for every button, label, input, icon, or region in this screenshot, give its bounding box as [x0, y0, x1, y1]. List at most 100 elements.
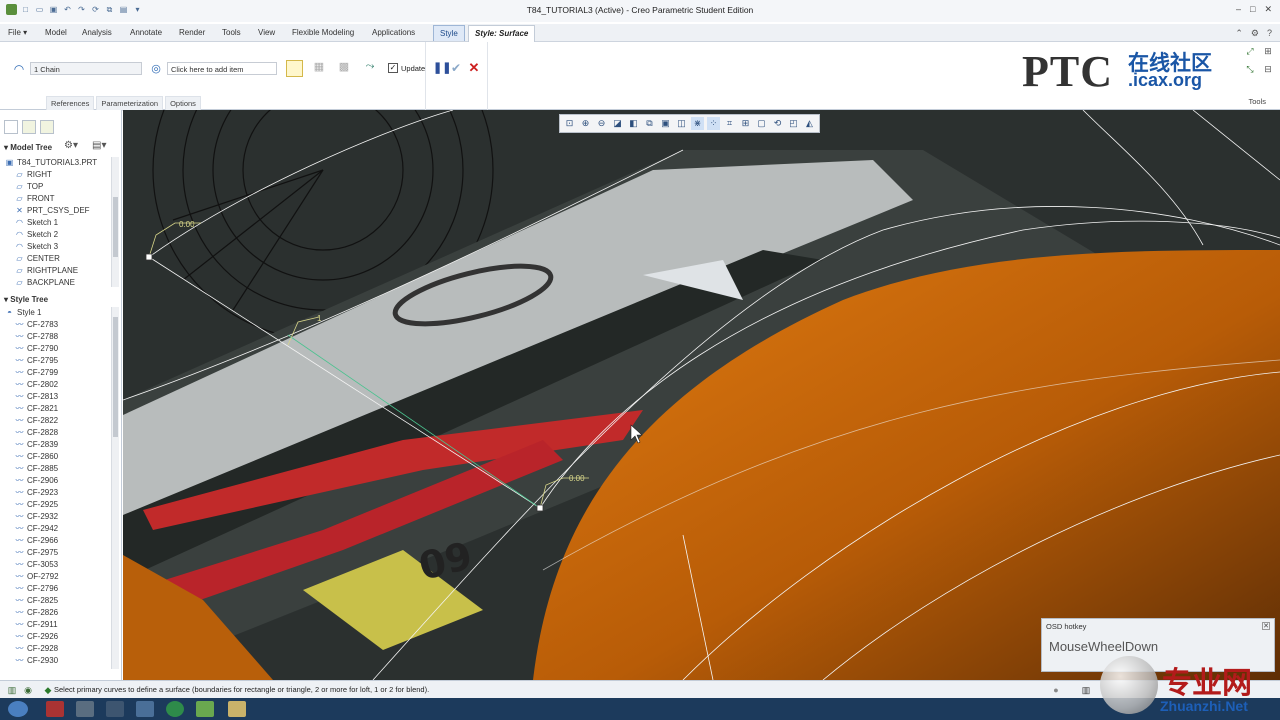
style-tree-item[interactable]: 〰 CF-2906 [14, 475, 108, 487]
subtab-parameterization[interactable]: Parameterization [96, 96, 164, 111]
pause-icon[interactable]: ❚❚ [433, 61, 451, 74]
datum-display-icon[interactable]: ⋇ [691, 117, 704, 130]
style-tree-item[interactable]: 〰 OF-2792 [14, 571, 108, 583]
repaint-icon[interactable]: ◪ [611, 117, 624, 130]
window-icon[interactable]: ◰ [787, 117, 800, 130]
style-tree-scrollbar[interactable] [111, 307, 119, 669]
style-tree-item[interactable]: 〰 CF-2799 [14, 367, 108, 379]
close-icon[interactable]: ✕ [1262, 622, 1270, 630]
style-tree-item[interactable]: 〰 CF-3053 [14, 559, 108, 571]
display-options-icon[interactable]: ▦ [311, 60, 327, 76]
view-manager-icon[interactable]: ▣ [659, 117, 672, 130]
display-style-icon[interactable]: ◧ [627, 117, 640, 130]
perspective-icon[interactable]: ◫ [675, 117, 688, 130]
regen-status-icon[interactable]: ▥ [1080, 684, 1092, 696]
style-tree-item[interactable]: 〰 CF-2783 [14, 319, 108, 331]
annotation-display-icon[interactable]: ⌗ [723, 117, 736, 130]
style-tree-item[interactable]: 〰 CF-2822 [14, 415, 108, 427]
folder-taskbar-icon[interactable] [228, 701, 246, 717]
graphics-window[interactable]: 09 0.00 1 0.00 ⊡ ⊕ ⊖ ◪ ◧ ⧉ ▣ ◫ ⋇ ⁘ ⌗ ⊞ ▢… [123, 110, 1280, 680]
tab-analysis[interactable]: Analysis [82, 28, 112, 37]
settings-icon[interactable]: ⚙ [1251, 28, 1259, 39]
model-tree-item[interactable]: ▱ RIGHT [4, 169, 108, 181]
style-tree-item[interactable]: 〰 CF-2925 [14, 499, 108, 511]
style-tree-item[interactable]: 〰 CF-2932 [14, 511, 108, 523]
dimension-label[interactable]: 0.00 [569, 474, 585, 483]
tab-style-surface[interactable]: Style: Surface [468, 25, 536, 42]
tab-annotate[interactable]: Annotate [130, 28, 162, 37]
dimension-label[interactable]: 1 [317, 314, 321, 323]
style-tree-item[interactable]: 〰 CF-2796 [14, 583, 108, 595]
tool-icon[interactable]: ⊞ [1262, 46, 1274, 57]
tab-render[interactable]: Render [179, 28, 205, 37]
tab-view[interactable]: View [258, 28, 275, 37]
favorites-icon[interactable] [40, 120, 54, 134]
model-tree-item[interactable]: ▱ TOP [4, 181, 108, 193]
saved-orientations-icon[interactable]: ⧉ [643, 117, 656, 130]
section-icon[interactable]: ⊞ [739, 117, 752, 130]
tree-root[interactable]: ▣ T84_TUTORIAL3.PRT [4, 157, 108, 169]
style-root[interactable]: ◓ Style 1 [4, 307, 108, 319]
taskbar-app-icon[interactable] [106, 701, 124, 717]
maximize-icon[interactable]: □ [1250, 4, 1255, 15]
zoom-out-icon[interactable]: ⊖ [595, 117, 608, 130]
model-tree-item[interactable]: ◠ Sketch 3 [4, 241, 108, 253]
navigator-toggle-icon[interactable]: ▥ [6, 684, 18, 696]
curvature-tool-icon[interactable]: ⤡ [1244, 64, 1256, 75]
tab-file[interactable]: File ▾ [8, 28, 27, 37]
ok-icon[interactable]: ✔ [450, 61, 462, 75]
style-tree-item[interactable]: 〰 CF-2825 [14, 595, 108, 607]
style-tree-item[interactable]: 〰 CF-2839 [14, 439, 108, 451]
style-tree-item[interactable]: 〰 CF-2975 [14, 547, 108, 559]
mesh-icon[interactable]: ▩ [336, 60, 352, 76]
style-tree-item[interactable]: 〰 CF-2795 [14, 355, 108, 367]
taskbar-app-icon[interactable] [76, 701, 94, 717]
model-tree-item[interactable]: ◠ Sketch 1 [4, 217, 108, 229]
style-tree-item[interactable]: 〰 CF-2790 [14, 343, 108, 355]
model-tree-item[interactable]: ▱ BACKPLANE [4, 277, 108, 289]
update-checkbox[interactable]: ✓ [388, 63, 398, 73]
creo-taskbar-icon[interactable] [196, 701, 214, 717]
zoom-in-icon[interactable]: ⊕ [579, 117, 592, 130]
tab-applications[interactable]: Applications [372, 28, 415, 37]
analysis-tool-icon[interactable]: ⤢ [1244, 46, 1256, 57]
style-tree-item[interactable]: 〰 CF-2788 [14, 331, 108, 343]
taskbar-app-icon[interactable] [46, 701, 64, 717]
tab-model[interactable]: Model [45, 28, 67, 37]
tool-icon[interactable]: ⊟ [1262, 64, 1274, 75]
style-tree-item[interactable]: 〰 CF-2813 [14, 391, 108, 403]
chrome-icon[interactable] [166, 701, 184, 717]
tab-tools[interactable]: Tools [222, 28, 241, 37]
style-tree-item[interactable]: 〰 CF-2930 [14, 655, 108, 667]
render-icon[interactable]: ◭ [803, 117, 816, 130]
model-tree-item[interactable]: ▱ CENTER [4, 253, 108, 265]
model-tree-item[interactable]: ✕ PRT_CSYS_DEF [4, 205, 108, 217]
flip-icon[interactable]: ⤳ [362, 60, 378, 76]
close-icon[interactable]: ✕ [1264, 4, 1272, 15]
minimize-icon[interactable]: – [1236, 4, 1241, 15]
style-tree-item[interactable]: 〰 CF-2821 [14, 403, 108, 415]
tab-flexible-modeling[interactable]: Flexible Modeling [292, 28, 354, 37]
refit-icon[interactable]: ⊡ [563, 117, 576, 130]
style-tree-item[interactable]: 〰 CF-2926 [14, 631, 108, 643]
folder-browser-icon[interactable] [22, 120, 36, 134]
model-tree-item[interactable]: ▱ FRONT [4, 193, 108, 205]
style-tree-item[interactable]: 〰 CF-2911 [14, 619, 108, 631]
datum-points-icon[interactable]: ⁘ [707, 117, 720, 130]
style-tree-item[interactable]: 〰 CF-2923 [14, 487, 108, 499]
tab-style[interactable]: Style [433, 25, 465, 41]
style-tree-item[interactable]: 〰 CF-2826 [14, 607, 108, 619]
model-tree-tab-icon[interactable] [4, 120, 18, 134]
style-tree-item[interactable]: 〰 CF-2860 [14, 451, 108, 463]
view-normal-icon[interactable]: ▢ [755, 117, 768, 130]
style-tree-item[interactable]: 〰 CF-2885 [14, 463, 108, 475]
tree-settings-icon[interactable]: ⚙▾ [64, 140, 78, 151]
style-tree-item[interactable]: 〰 CF-2828 [14, 427, 108, 439]
browser-toggle-icon[interactable]: ◉ [22, 684, 34, 696]
start-button[interactable] [8, 701, 28, 717]
cross-curve-collector[interactable]: Click here to add item [167, 62, 277, 75]
taskbar-app-icon[interactable] [136, 701, 154, 717]
model-tree-scrollbar[interactable] [111, 157, 119, 287]
tree-filter-icon[interactable]: ▤▾ [92, 140, 106, 151]
collapse-ribbon-icon[interactable]: ⌃ [1235, 28, 1243, 39]
